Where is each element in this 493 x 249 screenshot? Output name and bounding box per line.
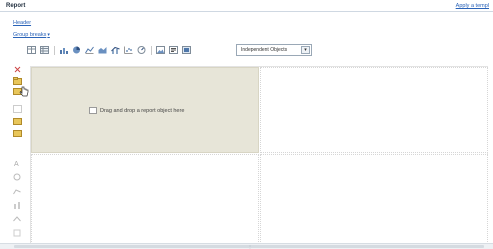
report-editor: Report Apply a templ Header Group breaks… — [0, 0, 493, 249]
chart-icon[interactable] — [12, 186, 22, 196]
combo-chart-icon[interactable] — [111, 46, 120, 55]
report-object-icon — [89, 107, 97, 114]
object-rail: A — [10, 64, 29, 244]
folder-icon[interactable] — [12, 76, 22, 86]
chevron-down-icon[interactable]: ▾ — [301, 46, 310, 54]
image-icon[interactable] — [156, 46, 165, 55]
close-icon[interactable] — [12, 64, 22, 74]
map-icon[interactable] — [182, 46, 191, 55]
svg-text:A: A — [14, 161, 19, 167]
table-icon[interactable] — [27, 46, 36, 55]
text-icon[interactable]: A — [12, 158, 22, 168]
crosstab-icon[interactable] — [40, 46, 49, 55]
layout-mode-select[interactable]: Independent Objects ▾ — [236, 44, 312, 56]
report-cell-top-right[interactable] — [260, 67, 488, 153]
gauge-icon[interactable] — [137, 46, 146, 55]
text-icon[interactable] — [169, 46, 178, 55]
folder-icon[interactable] — [12, 128, 22, 138]
page-title: Report — [6, 3, 26, 9]
object-toolbar — [27, 44, 195, 56]
bar-chart-icon[interactable] — [59, 46, 68, 55]
layout-mode-value: Independent Objects — [241, 47, 288, 53]
cursor-hand-icon — [19, 86, 29, 96]
line-chart-icon[interactable] — [85, 46, 94, 55]
group-breaks-link[interactable]: Group breaks▾ — [13, 32, 50, 38]
report-cell-bottom-left[interactable] — [31, 154, 259, 244]
scatter-chart-icon[interactable] — [124, 46, 133, 55]
scroll-grip-icon: ⋮ — [248, 244, 252, 249]
chevron-down-icon: ▾ — [47, 32, 50, 38]
report-cell-top-left[interactable]: Drag and drop a report object here — [31, 67, 259, 153]
apply-template-link[interactable]: Apply a templ — [456, 3, 489, 9]
report-layout-grid: Drag and drop a report object here — [30, 66, 488, 244]
area-chart-icon[interactable] — [98, 46, 107, 55]
toolbar-separator — [151, 45, 152, 55]
folder-icon[interactable] — [12, 116, 22, 126]
chart-icon[interactable] — [12, 172, 22, 182]
report-cell-bottom-right[interactable] — [260, 154, 488, 244]
drop-zone-label: Drag and drop a report object here — [100, 107, 185, 114]
chart-icon[interactable] — [12, 214, 22, 224]
header-link[interactable]: Header — [13, 20, 31, 26]
chart-icon[interactable] — [12, 200, 22, 210]
drop-zone-hint: Drag and drop a report object here — [89, 107, 184, 114]
report-header-bar: Report Apply a templ — [0, 0, 493, 12]
toolbar-separator — [54, 45, 55, 55]
chart-icon[interactable] — [12, 228, 22, 238]
horizontal-scrollbar[interactable]: ⋮ — [0, 243, 493, 249]
group-breaks-label: Group breaks — [13, 32, 47, 38]
blank-icon[interactable] — [12, 104, 22, 114]
pie-chart-icon[interactable] — [72, 46, 81, 55]
